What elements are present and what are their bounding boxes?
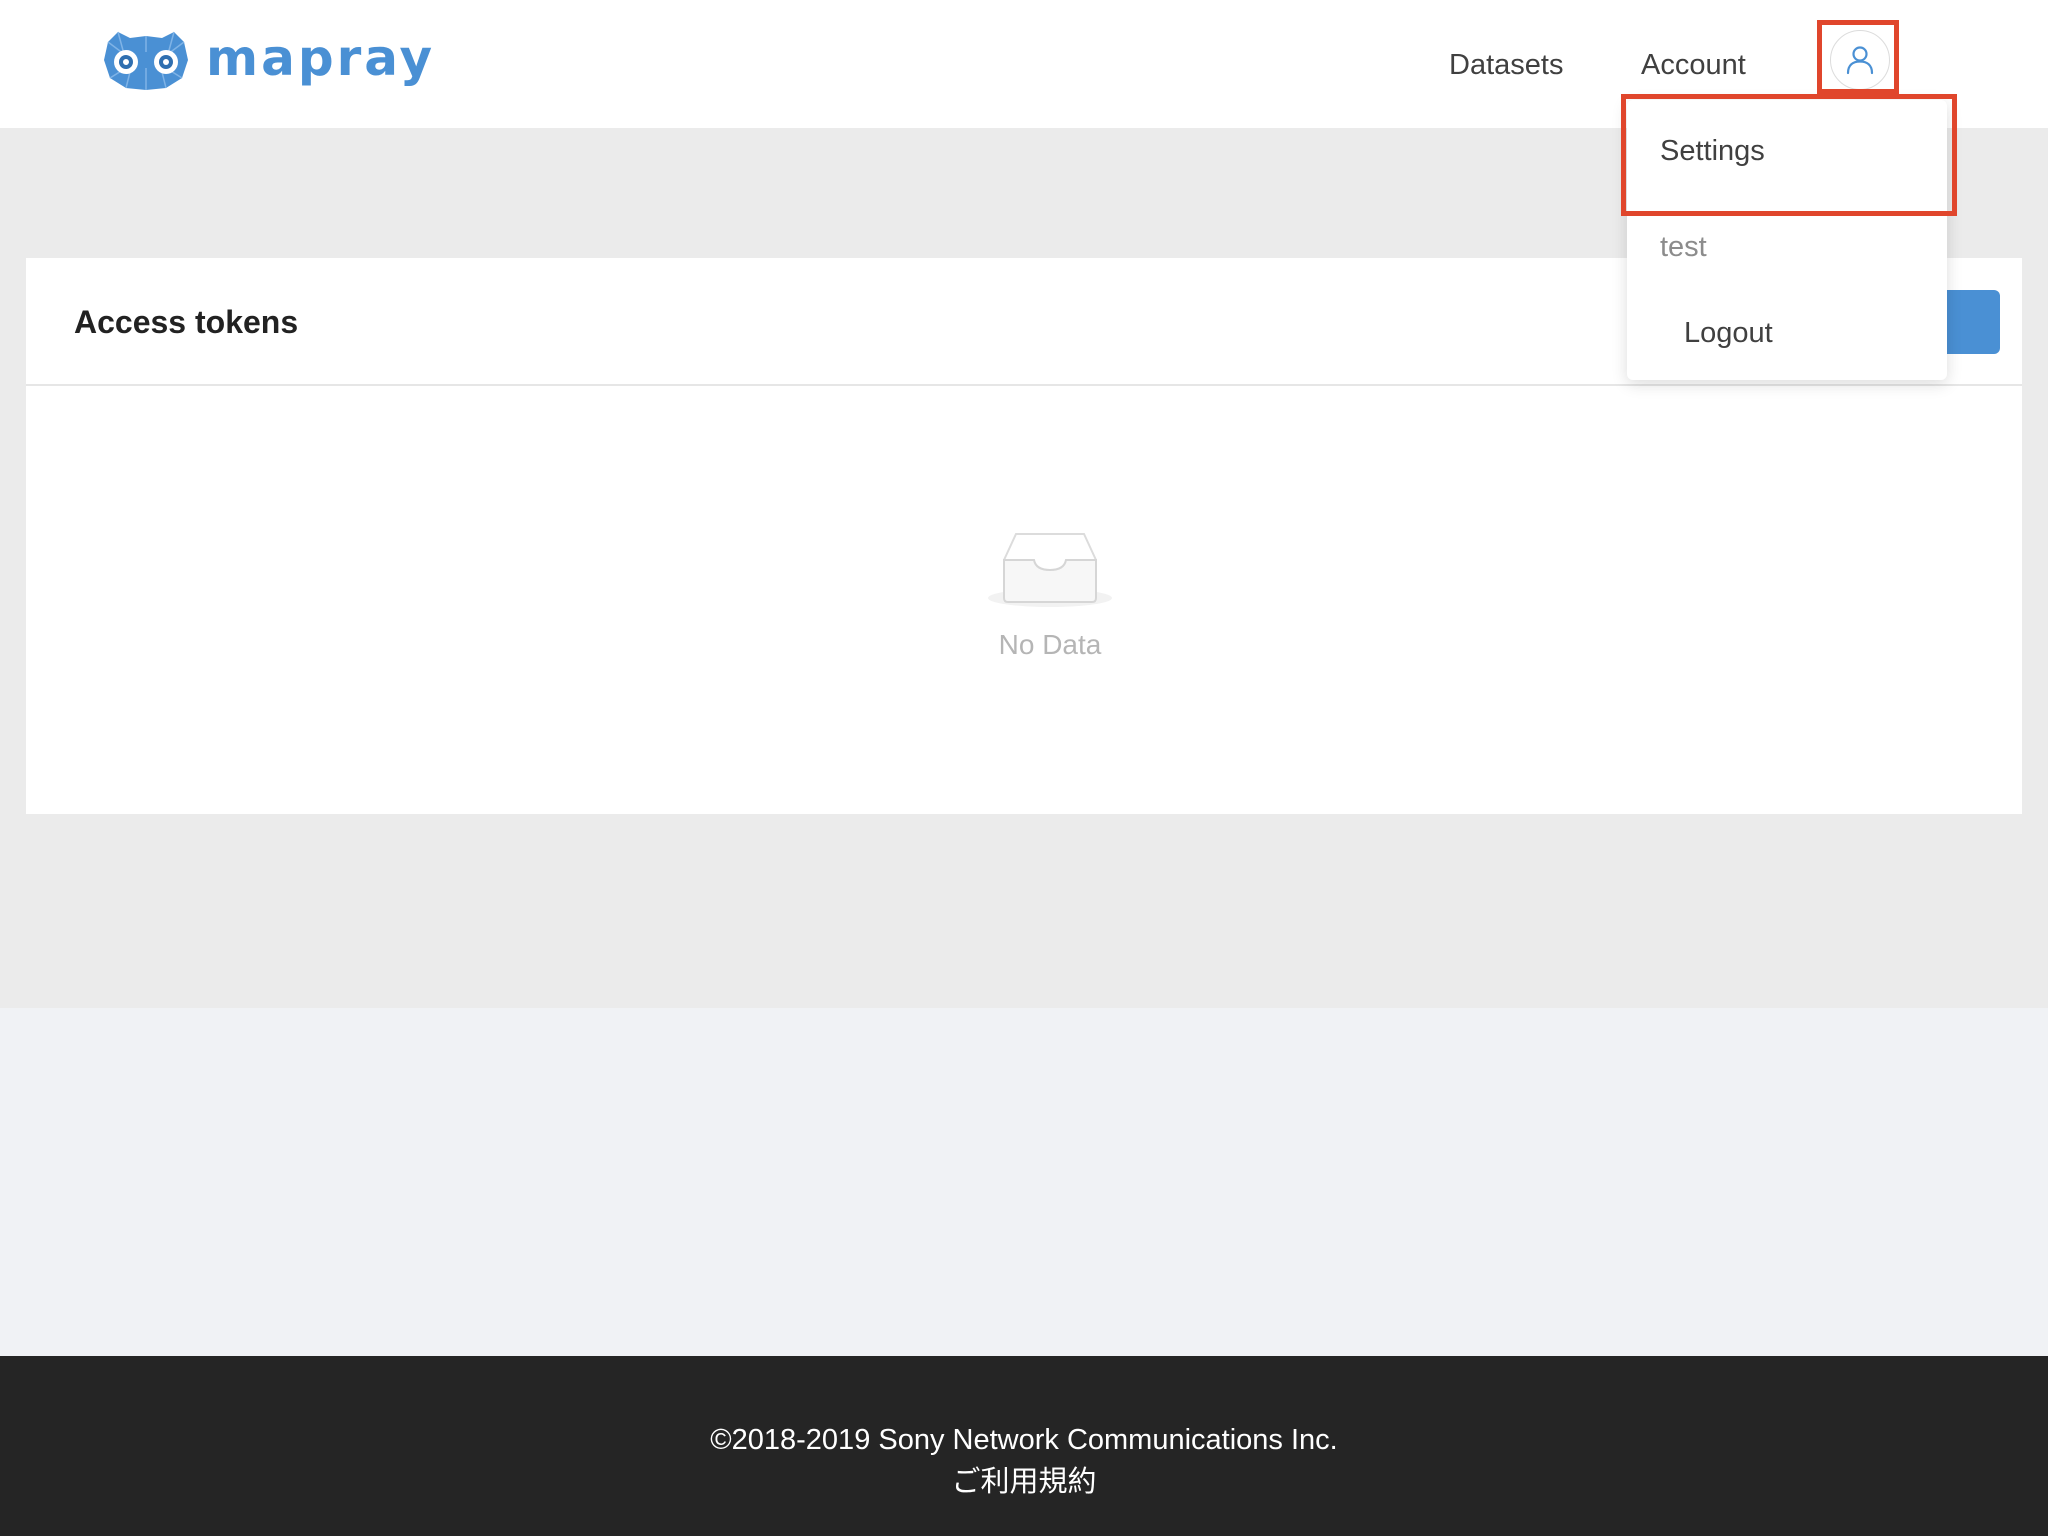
nav-account-link[interactable]: Account <box>1641 46 1746 84</box>
page-footer: ©2018-2019 Sony Network Communications I… <box>0 1356 2048 1536</box>
user-icon <box>1846 46 1874 75</box>
mapray-logo[interactable]: mapray <box>100 28 435 92</box>
nav-datasets-link[interactable]: Datasets <box>1449 46 1563 84</box>
owl-logo-icon <box>104 31 188 90</box>
menu-username: test <box>1660 231 1707 263</box>
no-data-text: No Data <box>998 629 1102 660</box>
user-menu-button[interactable] <box>1830 30 1890 90</box>
logo-wordmark: mapray <box>206 29 436 87</box>
user-dropdown-menu: Settings test Logout <box>1627 100 1947 380</box>
footer-copyright: ©2018-2019 Sony Network Communications I… <box>710 1424 1338 1456</box>
inbox-icon <box>988 533 1112 607</box>
empty-state: No Data <box>926 528 1174 662</box>
footer-terms-link[interactable]: ご利用規約 <box>0 1464 2048 1500</box>
menu-item-settings[interactable]: Settings <box>1660 132 1765 170</box>
card-title: Access tokens <box>74 304 299 340</box>
menu-item-logout[interactable]: Logout <box>1684 314 1773 352</box>
